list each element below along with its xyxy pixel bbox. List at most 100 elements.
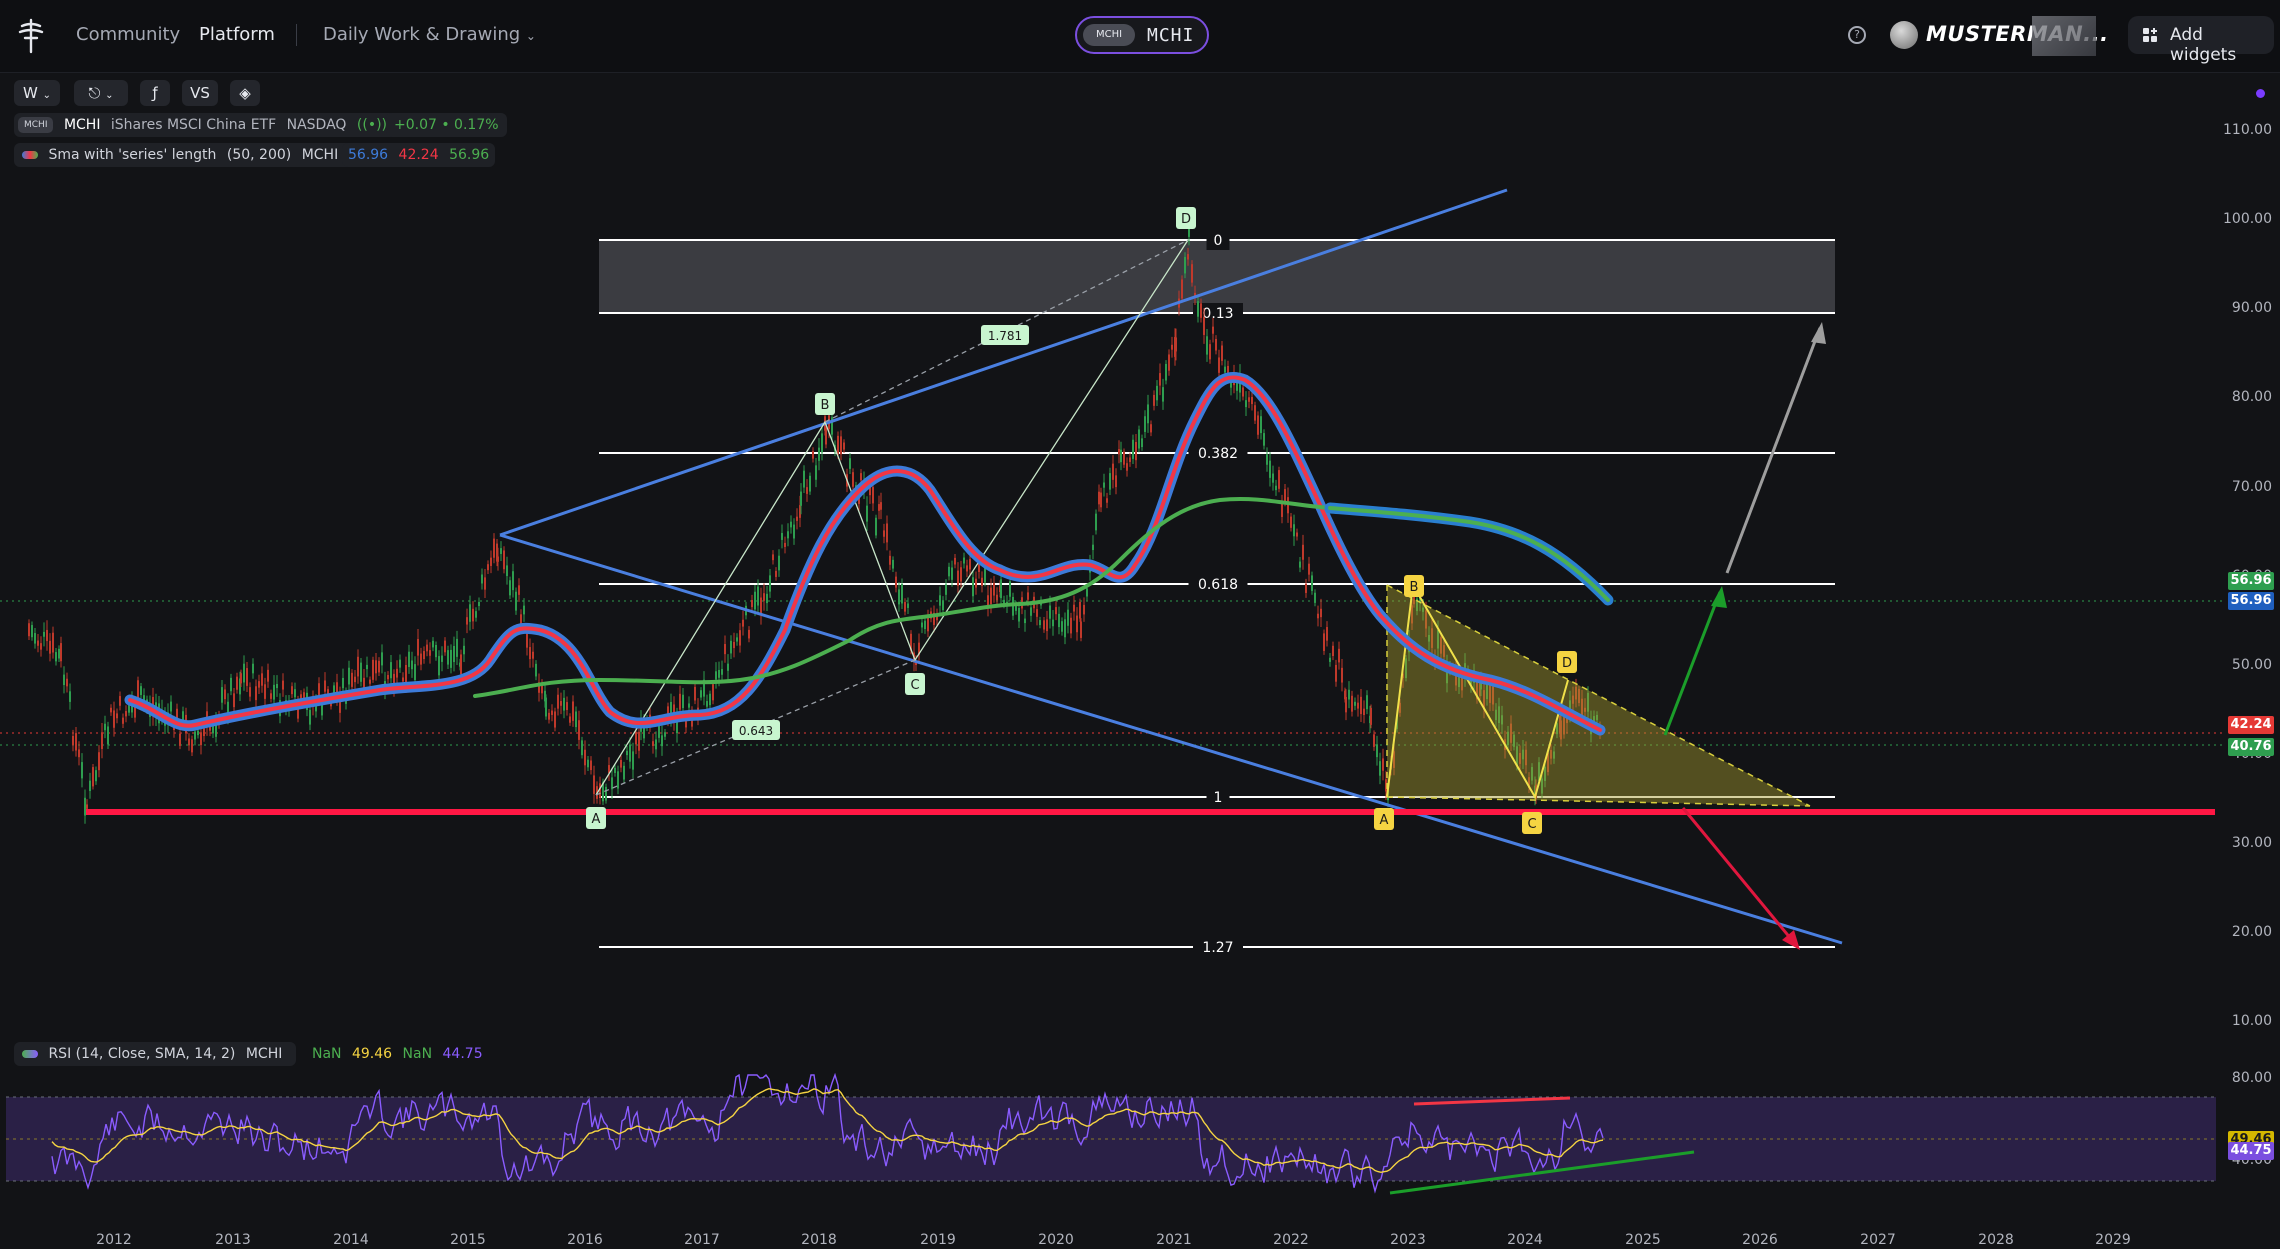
candle-body [1200,303,1202,318]
workspace-dropdown[interactable]: Daily Work & Drawing ⌄ [323,24,536,45]
candle-body [1150,424,1152,433]
candle-body [1341,667,1343,683]
candle-body [975,578,977,588]
candle-body [414,664,416,681]
price-axis-label: 20.00 [2232,924,2272,940]
candle-body [63,674,65,686]
candle-body [1184,256,1186,274]
time-axis-label: 2026 [1742,1232,1778,1248]
candle-body [125,711,127,717]
candle-body [638,731,640,751]
candle-body [101,732,103,749]
candle-body [1275,485,1277,491]
nav-community[interactable]: Community [76,24,180,45]
candle-body [324,680,326,692]
candle-body [357,656,359,677]
candle-body [75,733,77,751]
candle-body [107,726,109,745]
candle-body [652,741,654,746]
candle-body [447,650,449,665]
candle-body [987,595,989,607]
candle-body [1135,442,1137,461]
pattern-point-label: B [1410,580,1419,595]
candle-body [623,765,625,780]
candle-body [1302,544,1304,560]
time-axis[interactable]: 2012 2013 2014 2015 2016 2017 2018 2019 2020 2021… [96,1232,2131,1248]
candle-body [1046,619,1048,632]
sma-50-line[interactable] [128,375,1602,732]
arrow-green-head [1711,586,1727,608]
candle-body [276,683,278,689]
time-axis-label: 2021 [1156,1232,1192,1248]
candle-body [1024,618,1026,624]
candle-body [754,591,756,610]
candle-body [1092,544,1094,551]
candle-body [1245,400,1247,408]
time-axis-label: 2013 [215,1232,251,1248]
help-icon[interactable]: ? [1848,26,1866,44]
projection-arrows[interactable] [1663,322,1826,950]
candle-body [575,711,577,728]
candle-body [390,662,392,679]
candle-body [294,689,296,698]
price-axis-label: 100.00 [2223,211,2272,227]
candle-body [1086,588,1088,597]
candle-body [706,701,708,707]
candle-body [1345,697,1347,713]
avatar[interactable] [1890,21,1918,49]
rsi-legend[interactable]: RSI (14, Close, SMA, 14, 2) MCHI [14,1042,297,1066]
candle-body [1061,621,1063,632]
candle-body [28,623,30,637]
candle-body [572,701,574,721]
candle-body [1254,405,1256,421]
candle-body [593,775,595,794]
candle-body [715,671,717,680]
candle-body [727,663,729,671]
candle-body [1000,579,1002,599]
candle-body [246,668,248,686]
candle-body [203,728,205,737]
candle-body [1058,613,1060,628]
candle-body [664,732,666,737]
candle-body [411,660,413,670]
candle-body [387,675,389,680]
candle-body [1123,451,1125,465]
candle-body [1323,633,1325,651]
candle-body [52,632,54,653]
candle-body [78,749,80,758]
app-logo-icon[interactable] [14,18,48,54]
candle-body [1329,657,1331,662]
rsi-values: NaN 49.46 NaN 44.75 [306,1042,489,1066]
candle-body [815,465,817,480]
price-tag: 40.76 [2228,738,2274,756]
add-widgets-button[interactable]: Add widgets [2128,16,2274,65]
price-chart[interactable]: 00.130.3820.61811.27 ABCDABCD1.7810.643 … [0,73,2280,1249]
nav-platform[interactable]: Platform [199,24,275,45]
candle-body [1293,524,1295,537]
candle-body [694,686,696,701]
time-axis-label: 2018 [801,1232,837,1248]
candle-body [661,735,663,747]
candle-body [441,655,443,662]
candle-body [66,678,68,687]
candle-body [523,605,525,615]
candle-body [261,673,263,686]
candle-body [796,516,798,521]
candle-body [781,533,783,540]
candle-body [1079,601,1081,619]
price-axis-label: 90.00 [2232,300,2272,316]
candle-body [875,517,877,536]
candle-body [104,723,106,731]
candle-body [1049,605,1051,619]
candle-body [843,442,845,450]
candle-body [481,574,483,584]
candle-body [1118,449,1120,455]
candle-body [1351,695,1353,712]
candle-body [981,577,983,587]
candle-body [372,659,374,680]
candle-body [1311,575,1313,591]
ticker-selector[interactable]: MCHI MCHI [1075,16,1209,54]
candle-body [812,451,814,459]
candle-body [1055,607,1057,615]
candle-body [1156,385,1158,401]
